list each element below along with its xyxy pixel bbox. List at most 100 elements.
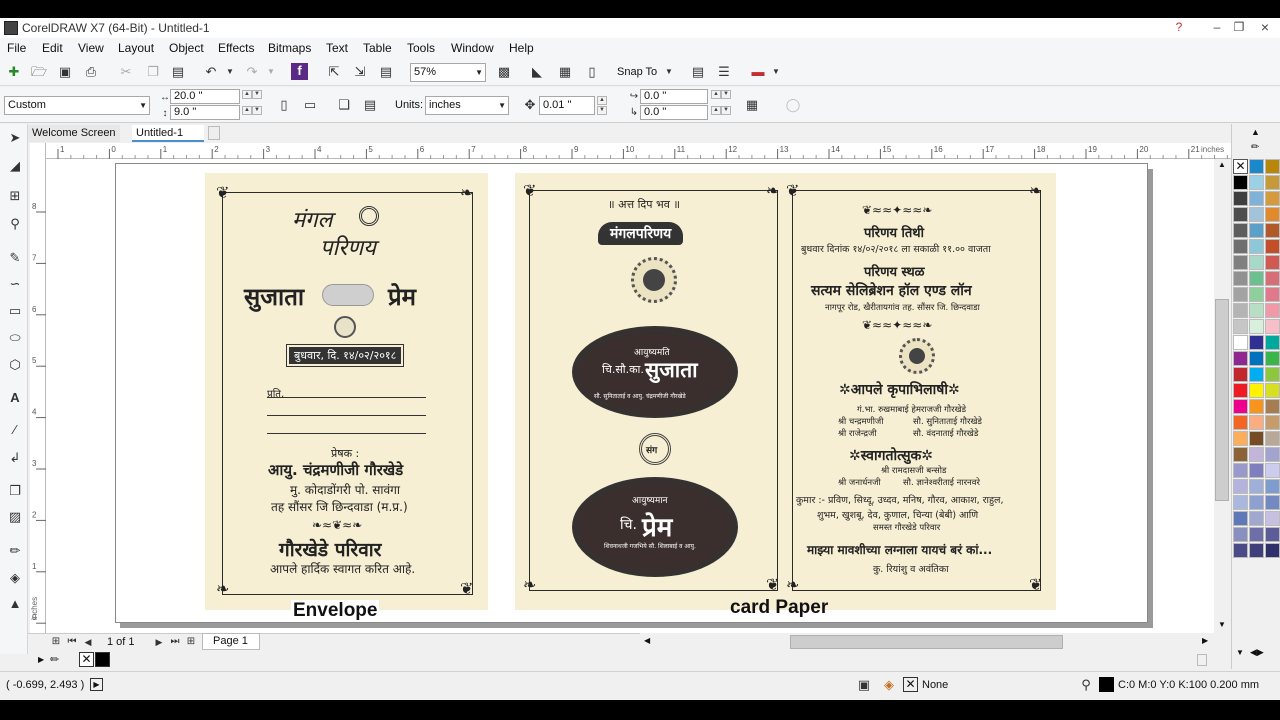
color-swatch[interactable] bbox=[1265, 527, 1280, 542]
color-swatch[interactable] bbox=[1265, 335, 1280, 350]
color-swatch[interactable] bbox=[1265, 223, 1280, 238]
last-page-icon[interactable]: ⏭ bbox=[167, 634, 183, 650]
redo-icon[interactable]: ↷ bbox=[244, 64, 260, 80]
color-proofing-icon[interactable]: ▣ bbox=[856, 677, 872, 693]
color-swatch[interactable] bbox=[1265, 303, 1280, 318]
parallel-dimension-tool-icon[interactable]: ∕ bbox=[7, 422, 23, 438]
export-icon[interactable]: ⇲ bbox=[352, 64, 368, 80]
color-swatch[interactable] bbox=[1265, 383, 1280, 398]
duplicate-x-spinner-up[interactable]: ▲ bbox=[711, 90, 721, 99]
duplicate-x-spinner-down[interactable]: ▼ bbox=[721, 90, 731, 99]
color-swatch[interactable] bbox=[1249, 223, 1264, 238]
color-swatch[interactable] bbox=[1233, 399, 1248, 414]
status-expand-icon[interactable]: ▶ bbox=[90, 678, 103, 691]
page-width-spinner[interactable]: ▲ bbox=[242, 90, 252, 99]
color-swatch[interactable] bbox=[1265, 319, 1280, 334]
text-tool-icon[interactable]: A bbox=[7, 390, 23, 406]
color-swatch[interactable] bbox=[1249, 207, 1264, 222]
menu-text[interactable]: Text bbox=[326, 41, 348, 55]
show-grid-icon[interactable]: ▦ bbox=[557, 64, 573, 80]
open-icon[interactable]: 🗁 bbox=[31, 64, 47, 80]
full-screen-preview-icon[interactable]: ▩ bbox=[496, 64, 512, 80]
color-swatch[interactable] bbox=[1249, 271, 1264, 286]
color-swatch[interactable] bbox=[1265, 543, 1280, 558]
color-swatch[interactable] bbox=[1233, 511, 1248, 526]
tab-welcome-screen[interactable]: Welcome Screen bbox=[28, 125, 120, 142]
freehand-tool-icon[interactable]: ✎ bbox=[7, 250, 23, 266]
color-swatch[interactable] bbox=[1233, 527, 1248, 542]
palette-flyout-icon[interactable]: ▶ bbox=[38, 655, 44, 664]
color-swatch[interactable] bbox=[1249, 495, 1264, 510]
color-swatch[interactable] bbox=[1265, 271, 1280, 286]
color-swatch[interactable] bbox=[1265, 255, 1280, 270]
maximize-button[interactable]: ❐ bbox=[1230, 20, 1248, 34]
color-swatch[interactable] bbox=[1249, 415, 1264, 430]
color-swatch[interactable] bbox=[1233, 495, 1248, 510]
previous-page-icon[interactable]: ◀ bbox=[80, 634, 96, 650]
snap-to-label[interactable]: Snap To bbox=[617, 66, 657, 78]
duplicate-x-field[interactable]: 0.0 " bbox=[640, 89, 708, 104]
vertical-scroll-thumb[interactable] bbox=[1215, 299, 1229, 501]
palette-scroll-up-icon[interactable]: ▲ bbox=[1251, 127, 1260, 137]
units-combo[interactable]: inches ▼ bbox=[425, 96, 509, 115]
color-swatch[interactable] bbox=[1233, 319, 1248, 334]
color-swatch[interactable] bbox=[1265, 207, 1280, 222]
scroll-up-icon[interactable]: ▲ bbox=[1216, 160, 1228, 172]
outline-color-swatch[interactable] bbox=[1099, 677, 1114, 692]
color-swatch[interactable] bbox=[1249, 431, 1264, 446]
minimize-button[interactable]: – bbox=[1208, 20, 1226, 34]
color-swatch[interactable] bbox=[1233, 239, 1248, 254]
color-swatch[interactable] bbox=[1233, 271, 1248, 286]
menu-edit[interactable]: Edit bbox=[42, 41, 63, 55]
color-swatch[interactable] bbox=[1233, 463, 1248, 478]
color-swatch[interactable] bbox=[1249, 239, 1264, 254]
menu-tools[interactable]: Tools bbox=[407, 41, 435, 55]
new-document-icon[interactable]: ✚ bbox=[6, 64, 22, 80]
cut-icon[interactable]: ✂ bbox=[118, 64, 134, 80]
tab-untitled-1[interactable]: Untitled-1 bbox=[132, 125, 204, 142]
horizontal-scroll-thumb[interactable] bbox=[790, 635, 1063, 649]
artistic-media-tool-icon[interactable]: ∽ bbox=[7, 276, 23, 292]
connector-tool-icon[interactable]: ↲ bbox=[7, 450, 23, 466]
crop-tool-icon[interactable]: ⊞ bbox=[7, 188, 23, 204]
landscape-icon[interactable]: ▭ bbox=[302, 97, 318, 113]
color-swatch[interactable] bbox=[1249, 399, 1264, 414]
color-swatch[interactable] bbox=[1265, 159, 1280, 174]
color-swatch[interactable] bbox=[1265, 511, 1280, 526]
polygon-tool-icon[interactable]: ⬡ bbox=[7, 357, 23, 373]
color-swatch[interactable] bbox=[1233, 351, 1248, 366]
launcher-dropdown-icon[interactable]: ▼ bbox=[768, 64, 784, 80]
duplicate-y-field[interactable]: 0.0 " bbox=[640, 105, 708, 120]
shape-tool-icon[interactable]: ◢ bbox=[7, 158, 23, 174]
undo-dropdown-icon[interactable]: ▼ bbox=[222, 64, 238, 80]
treat-as-filled-icon[interactable]: ▦ bbox=[744, 97, 760, 113]
menu-table[interactable]: Table bbox=[363, 41, 392, 55]
color-swatch[interactable] bbox=[1265, 239, 1280, 254]
menu-view[interactable]: View bbox=[78, 41, 104, 55]
color-swatch[interactable] bbox=[1233, 479, 1248, 494]
publish-pdf-icon[interactable]: ▤ bbox=[378, 64, 394, 80]
transparency-tool-icon[interactable]: ▨ bbox=[7, 509, 23, 525]
welcome-screen-icon[interactable]: ▤ bbox=[690, 64, 706, 80]
ellipse-tool-icon[interactable]: ⬭ bbox=[7, 330, 23, 346]
color-swatch[interactable] bbox=[1249, 447, 1264, 462]
add-page-after-icon[interactable]: ⊞ bbox=[183, 634, 199, 650]
color-swatch[interactable] bbox=[1249, 303, 1264, 318]
color-swatch[interactable] bbox=[1265, 415, 1280, 430]
scroll-right-icon[interactable]: ▶ bbox=[1202, 636, 1208, 645]
palette-no-color[interactable]: ✕ bbox=[1233, 159, 1248, 174]
color-swatch[interactable] bbox=[1249, 383, 1264, 398]
page-preset-combo[interactable]: Custom ▼ bbox=[4, 96, 150, 115]
zoom-level-combo[interactable]: 57% ▼ bbox=[410, 63, 486, 82]
color-swatch[interactable] bbox=[1249, 527, 1264, 542]
color-swatch[interactable] bbox=[1249, 191, 1264, 206]
color-swatch[interactable] bbox=[1233, 415, 1248, 430]
color-swatch[interactable] bbox=[1233, 383, 1248, 398]
save-icon[interactable]: ▣ bbox=[57, 64, 73, 80]
rectangle-tool-icon[interactable]: ▭ bbox=[7, 303, 23, 319]
duplicate-y-spinner-up[interactable]: ▲ bbox=[711, 106, 721, 115]
nudge-spinner-up[interactable]: ▲ bbox=[597, 96, 607, 105]
show-rulers-icon[interactable]: ◣ bbox=[529, 64, 545, 80]
color-swatch[interactable] bbox=[1265, 463, 1280, 478]
menu-layout[interactable]: Layout bbox=[118, 41, 154, 55]
